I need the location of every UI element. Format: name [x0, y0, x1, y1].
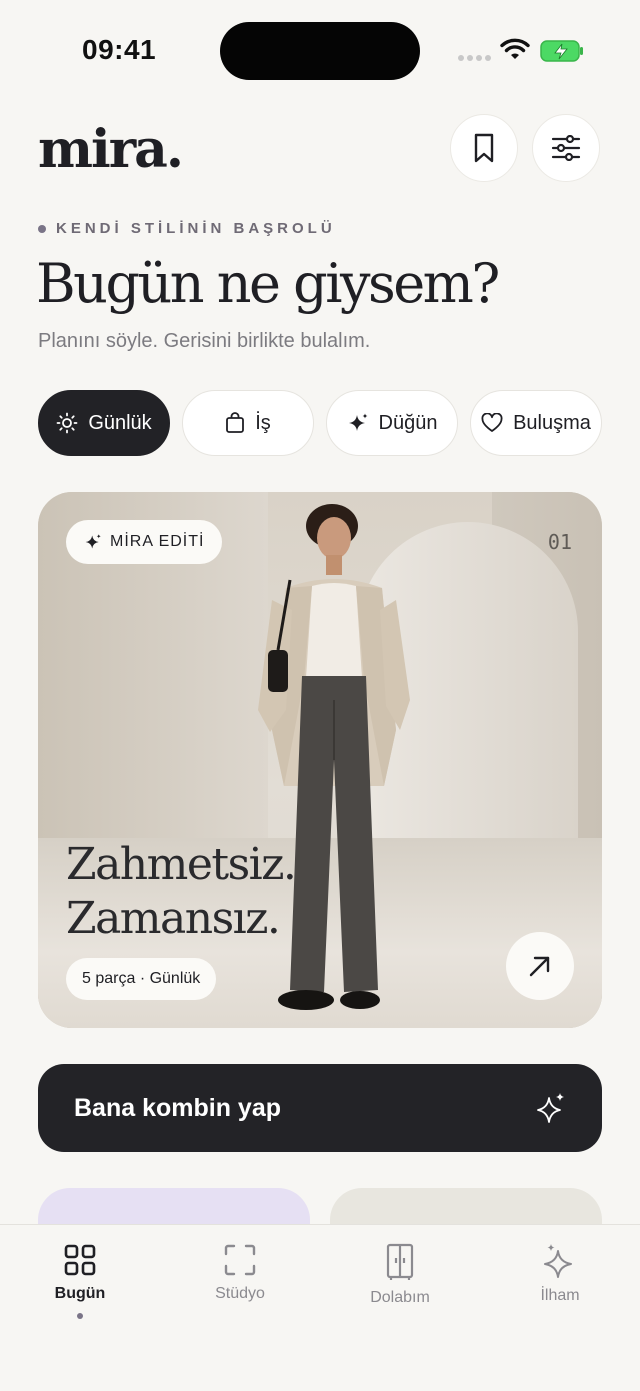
- scan-icon: [224, 1244, 256, 1276]
- card-title-line-2: Zamansız.: [66, 893, 281, 944]
- filter-button[interactable]: [532, 114, 600, 182]
- cellular-signal-icon: [458, 55, 491, 61]
- occasion-chips: Günlük İş Düğün Buluşma: [38, 390, 604, 458]
- tab-label: Dolabım: [370, 1289, 430, 1306]
- sun-icon: [56, 412, 78, 434]
- card-meta: 5 parça · Günlük: [66, 958, 217, 1000]
- chip-dugun[interactable]: Düğün: [326, 390, 458, 456]
- tab-ilham[interactable]: İlham: [480, 1243, 640, 1305]
- tab-label: Stüdyo: [215, 1285, 265, 1302]
- heart-icon: [481, 413, 503, 432]
- cta-label: Bana kombin yap: [74, 1093, 281, 1122]
- chip-label: İş: [255, 411, 271, 434]
- status-bar: 09:41: [0, 0, 640, 100]
- grid-icon: [64, 1244, 96, 1276]
- sparkles-icon: [537, 1093, 564, 1123]
- sparkles-icon: [544, 1244, 572, 1278]
- bookmark-button[interactable]: [450, 114, 518, 182]
- status-time: 09:41: [82, 34, 157, 65]
- badge-label: MİRA EDİTİ: [110, 533, 205, 550]
- wifi-icon: [500, 38, 530, 59]
- chip-label: Buluşma: [513, 411, 591, 434]
- card-index: 01: [547, 530, 572, 554]
- make-outfit-button[interactable]: Bana kombin yap: [38, 1064, 602, 1152]
- tab-label: Bugün: [54, 1285, 106, 1302]
- wardrobe-icon: [386, 1243, 414, 1280]
- eyebrow: KENDİ STİLİNİN BAŞROLÜ: [38, 220, 336, 237]
- tab-bar: Bugün Stüdyo Dolabım İlham: [0, 1224, 640, 1391]
- chip-label: Düğün: [378, 411, 438, 434]
- bookmark-icon: [474, 133, 494, 163]
- card-title-line-1: Zahmetsiz.: [66, 839, 297, 890]
- app-header: mira.: [38, 112, 602, 184]
- page-subtitle: Planını söyle. Gerisini birlikte bulalım…: [38, 330, 371, 352]
- eyebrow-label: KENDİ STİLİNİN BAŞROLÜ: [56, 220, 336, 237]
- open-outfit-button[interactable]: [506, 932, 574, 1000]
- tab-studyo[interactable]: Stüdyo: [160, 1243, 320, 1303]
- sparkle-icon: [85, 534, 101, 549]
- chip-gunluk[interactable]: Günlük: [38, 390, 170, 456]
- chip-label: Günlük: [88, 411, 152, 434]
- card-title: Zahmetsiz. Zamansız.: [66, 838, 297, 946]
- sparkle-icon: [348, 413, 368, 431]
- chip-bulusma[interactable]: Buluşma: [470, 390, 602, 456]
- arrow-up-right-icon: [529, 956, 550, 977]
- bag-icon: [226, 412, 245, 433]
- page-title: Bugün ne giysem?: [36, 252, 500, 315]
- tab-label: İlham: [540, 1287, 580, 1304]
- tab-dolabim[interactable]: Dolabım: [320, 1243, 480, 1307]
- tab-bugun[interactable]: Bugün: [0, 1243, 160, 1319]
- featured-outfit-card[interactable]: MİRA EDİTİ 01 Zahmetsiz. Zamansız. 5 par…: [38, 492, 602, 1028]
- battery-icon: [540, 40, 583, 62]
- mira-edit-badge: MİRA EDİTİ: [66, 520, 223, 564]
- chip-is[interactable]: İş: [182, 390, 314, 456]
- dynamic-island: [220, 22, 420, 80]
- active-tab-indicator: [77, 1313, 83, 1319]
- eyebrow-dot: [38, 224, 46, 233]
- sliders-icon: [551, 135, 581, 161]
